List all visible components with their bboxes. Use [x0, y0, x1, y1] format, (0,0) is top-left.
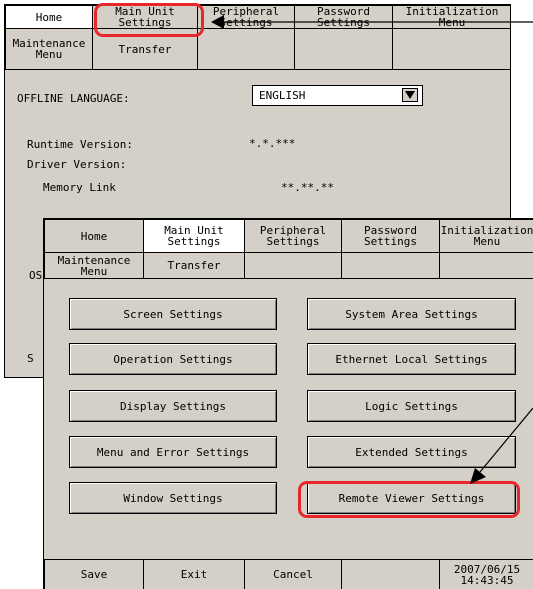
os-label: OS	[29, 269, 43, 282]
main-unit-settings-menu-panel: Home Main Unit Settings Peripheral Setti…	[43, 218, 533, 589]
tab-initialization-menu[interactable]: Initialization Menu	[439, 219, 533, 253]
offline-language-value: ENGLISH	[259, 89, 306, 102]
system-area-settings-button[interactable]: System Area Settings	[307, 298, 516, 330]
tab-transfer[interactable]: Transfer	[92, 28, 198, 70]
remote-viewer-settings-button[interactable]: Remote Viewer Settings	[307, 482, 516, 514]
dropdown-arrow-icon[interactable]	[402, 88, 418, 102]
logic-settings-button[interactable]: Logic Settings	[307, 390, 516, 422]
tab-peripheral-settings[interactable]: Peripheral Settings	[197, 5, 295, 29]
extended-settings-button[interactable]: Extended Settings	[307, 436, 516, 468]
menu-and-error-settings-button[interactable]: Menu and Error Settings	[69, 436, 277, 468]
tab-initialization-menu[interactable]: Initialization Menu	[392, 5, 510, 29]
runtime-version-value: *.*.***	[249, 137, 296, 150]
offline-language-label: OFFLINE LANGUAGE:	[17, 92, 130, 105]
driver-version-label: Driver Version:	[27, 158, 127, 171]
tab-maintenance-menu[interactable]: Maintenance Menu	[5, 28, 93, 70]
tab-home[interactable]: Home	[5, 5, 93, 29]
memory-link-value: **.**.**	[281, 181, 334, 194]
save-button[interactable]: Save	[44, 559, 144, 589]
tab-empty-3	[392, 28, 510, 70]
tab-transfer[interactable]: Transfer	[143, 252, 245, 279]
runtime-version-label: Runtime Version:	[27, 138, 133, 151]
cancel-button[interactable]: Cancel	[244, 559, 342, 589]
display-settings-button[interactable]: Display Settings	[69, 390, 277, 422]
memory-link-label: Memory Link	[43, 181, 116, 194]
operation-settings-button[interactable]: Operation Settings	[69, 343, 277, 375]
tab-password-settings[interactable]: Password Settings	[341, 219, 440, 253]
save-button-partial[interactable]: S	[27, 352, 34, 365]
tab-maintenance-menu[interactable]: Maintenance Menu	[44, 252, 144, 279]
screen-settings-button[interactable]: Screen Settings	[69, 298, 277, 330]
tab-empty-2	[294, 28, 393, 70]
offline-language-select[interactable]: ENGLISH	[252, 85, 423, 106]
tab-empty-2	[341, 252, 440, 279]
ethernet-local-settings-button[interactable]: Ethernet Local Settings	[307, 343, 516, 375]
datetime-display: 2007/06/15 14:43:45	[439, 559, 533, 589]
tab-main-unit-settings[interactable]: Main Unit Settings	[143, 219, 245, 253]
tab-empty-1	[244, 252, 342, 279]
tab-peripheral-settings[interactable]: Peripheral Settings	[244, 219, 342, 253]
tab-home[interactable]: Home	[44, 219, 144, 253]
footer-blank-cell	[341, 559, 440, 589]
window-settings-button[interactable]: Window Settings	[69, 482, 277, 514]
tab-password-settings[interactable]: Password Settings	[294, 5, 393, 29]
tab-main-unit-settings[interactable]: Main Unit Settings	[92, 5, 198, 29]
tab-empty-1	[197, 28, 295, 70]
tab-empty-3	[439, 252, 533, 279]
exit-button[interactable]: Exit	[143, 559, 245, 589]
